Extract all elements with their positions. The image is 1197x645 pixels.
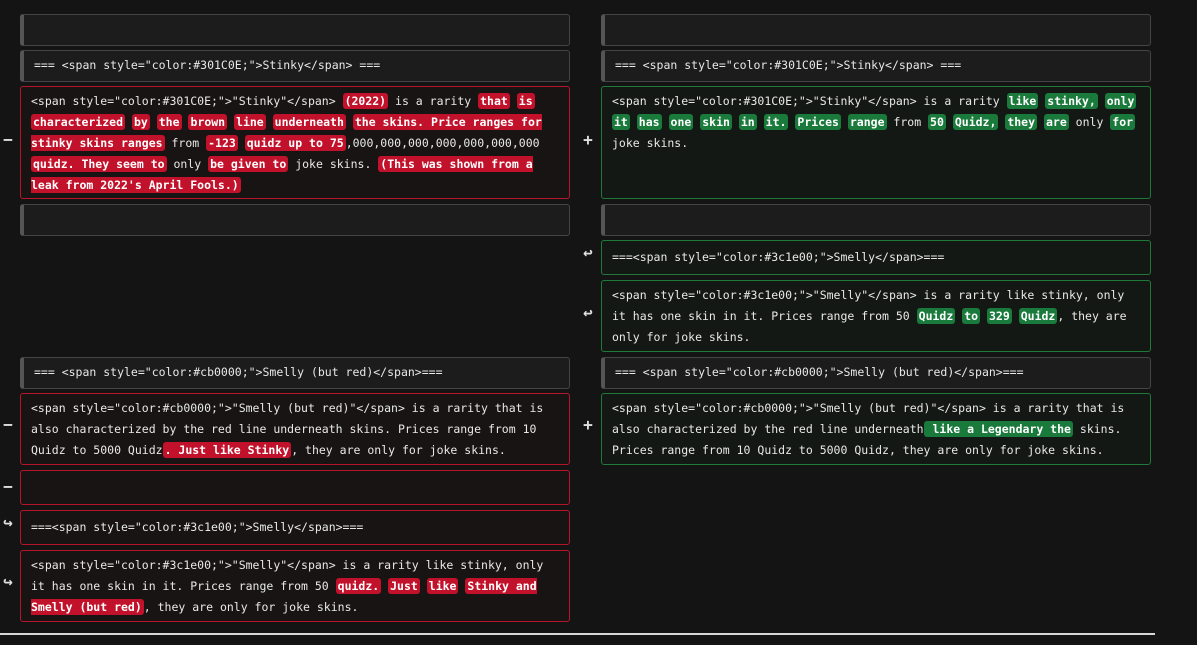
unchanged-text [662, 115, 669, 129]
unchanged-text [630, 115, 637, 129]
changed-text: that [478, 93, 510, 109]
unchanged-text [841, 115, 848, 129]
changed-text: like [1006, 93, 1039, 109]
moved-marker: ↪ [3, 513, 13, 532]
unchanged-text [238, 136, 245, 150]
unchanged-text: ,000,000,000,000,000,000,000 [345, 136, 540, 150]
changed-text: Just [388, 578, 420, 594]
unchanged-text [420, 579, 427, 593]
right-header-smelly-red: === <span style="color:#cb0000;">Smelly … [601, 357, 1151, 389]
changed-text: the [156, 114, 182, 130]
unchanged-text: from [164, 136, 207, 150]
right-moved-header-smelly: ===<span style="color:#3c1e00;">Smelly</… [601, 240, 1151, 275]
left-deleted-smelly-red-body: <span style="color:#cb0000;">"Smelly (bu… [20, 393, 570, 465]
left-context-empty-1 [20, 14, 570, 46]
unchanged-text [1098, 94, 1105, 108]
changed-text: has [636, 114, 662, 130]
changed-text: Quidz [916, 308, 956, 324]
left-moved-header-smelly: ===<span style="color:#3c1e00;">Smelly</… [20, 510, 570, 545]
plus-marker: + [583, 130, 593, 149]
unchanged-text [510, 94, 517, 108]
unchanged-text: , they are only for joke skins. [143, 600, 359, 614]
changed-text: only [1104, 93, 1137, 109]
right-added-stinky-body: <span style="color:#301C0E;">"Stinky"</s… [601, 86, 1151, 199]
unchanged-text [946, 115, 953, 129]
changed-text: characterized [31, 114, 126, 130]
unchanged-text [1012, 309, 1019, 323]
left-header-stinky: === <span style="color:#301C0E;">Stinky<… [20, 50, 570, 82]
left-moved-smelly-body: <span style="color:#3c1e00;">"Smelly"</s… [20, 550, 570, 622]
changed-text: brown [188, 114, 228, 130]
unchanged-text [227, 115, 234, 129]
unchanged-text [1037, 115, 1044, 129]
left-deleted-empty [20, 470, 570, 505]
minus-marker: − [3, 415, 13, 434]
unchanged-text: joke skins. [612, 136, 689, 150]
unchanged-text: only [1068, 115, 1111, 129]
changed-text: underneath [272, 114, 346, 130]
changed-text: stinky, [1045, 93, 1098, 109]
unchanged-text: <span style="color:#301C0E;">"Stinky"</s… [612, 94, 1007, 108]
changed-text: skin [700, 114, 732, 130]
changed-text: Quidz, [952, 114, 999, 130]
changed-text: it. [763, 114, 789, 130]
changed-text: line [234, 114, 266, 130]
left-deleted-stinky-body: <span style="color:#301C0E;">"Stinky"</s… [20, 86, 570, 199]
changed-text: quidz up to 75 [244, 135, 346, 151]
right-added-smelly-red-body: <span style="color:#cb0000;">"Smelly (bu… [601, 393, 1151, 465]
unchanged-text [150, 115, 157, 129]
minus-marker: − [3, 477, 13, 496]
bottom-divider [0, 633, 1155, 635]
moved-marker: ↩ [583, 243, 593, 262]
changed-text: -123 [206, 135, 238, 151]
changed-text: is [516, 93, 535, 109]
unchanged-text: is a rarity [388, 94, 479, 108]
changed-text: range [847, 114, 887, 130]
changed-text: in [738, 114, 757, 130]
unchanged-text [125, 115, 132, 129]
changed-text: Quidz [1018, 308, 1058, 324]
changed-text: by [131, 114, 150, 130]
changed-text: one [668, 114, 694, 130]
moved-marker: ↩ [583, 303, 593, 322]
unchanged-text [980, 309, 987, 323]
unchanged-text [732, 115, 739, 129]
left-context-empty-2 [20, 204, 570, 236]
left-header-smelly-red: === <span style="color:#cb0000;">Smelly … [20, 357, 570, 389]
changed-text: quidz. [335, 578, 382, 594]
changed-text: to [962, 308, 981, 324]
changed-text: Prices [795, 114, 841, 130]
changed-text: 50 [928, 114, 946, 130]
right-context-empty-2 [601, 204, 1151, 236]
unchanged-text: only [166, 157, 209, 171]
changed-text: like a Legendary the [923, 421, 1073, 437]
changed-text: quidz. They seem to [31, 156, 167, 172]
right-header-stinky: === <span style="color:#301C0E;">Stinky<… [601, 50, 1151, 82]
changed-text: like [426, 578, 459, 594]
changed-text: are [1043, 114, 1069, 130]
unchanged-text [266, 115, 273, 129]
moved-marker: ↪ [3, 572, 13, 591]
unchanged-text: from [886, 115, 929, 129]
right-context-empty-1 [601, 14, 1151, 46]
unchanged-text: <span style="color:#301C0E;">"Stinky"</s… [31, 94, 343, 108]
changed-text: for [1110, 114, 1136, 130]
plus-marker: + [583, 415, 593, 434]
minus-marker: − [3, 130, 13, 149]
changed-text: . Just like Stinky [162, 442, 292, 458]
changed-text: be given to [208, 156, 289, 172]
unchanged-text: joke skins. [288, 157, 379, 171]
right-moved-smelly-body: <span style="color:#3c1e00;">"Smelly"</s… [601, 280, 1151, 352]
unchanged-text: , they are only for joke skins. [291, 443, 506, 457]
changed-text: they [1005, 114, 1038, 130]
changed-text: (2022) [342, 93, 389, 109]
unchanged-text [346, 115, 353, 129]
changed-text: it [612, 114, 630, 130]
changed-text: 329 [987, 308, 1012, 324]
unchanged-text [757, 115, 764, 129]
